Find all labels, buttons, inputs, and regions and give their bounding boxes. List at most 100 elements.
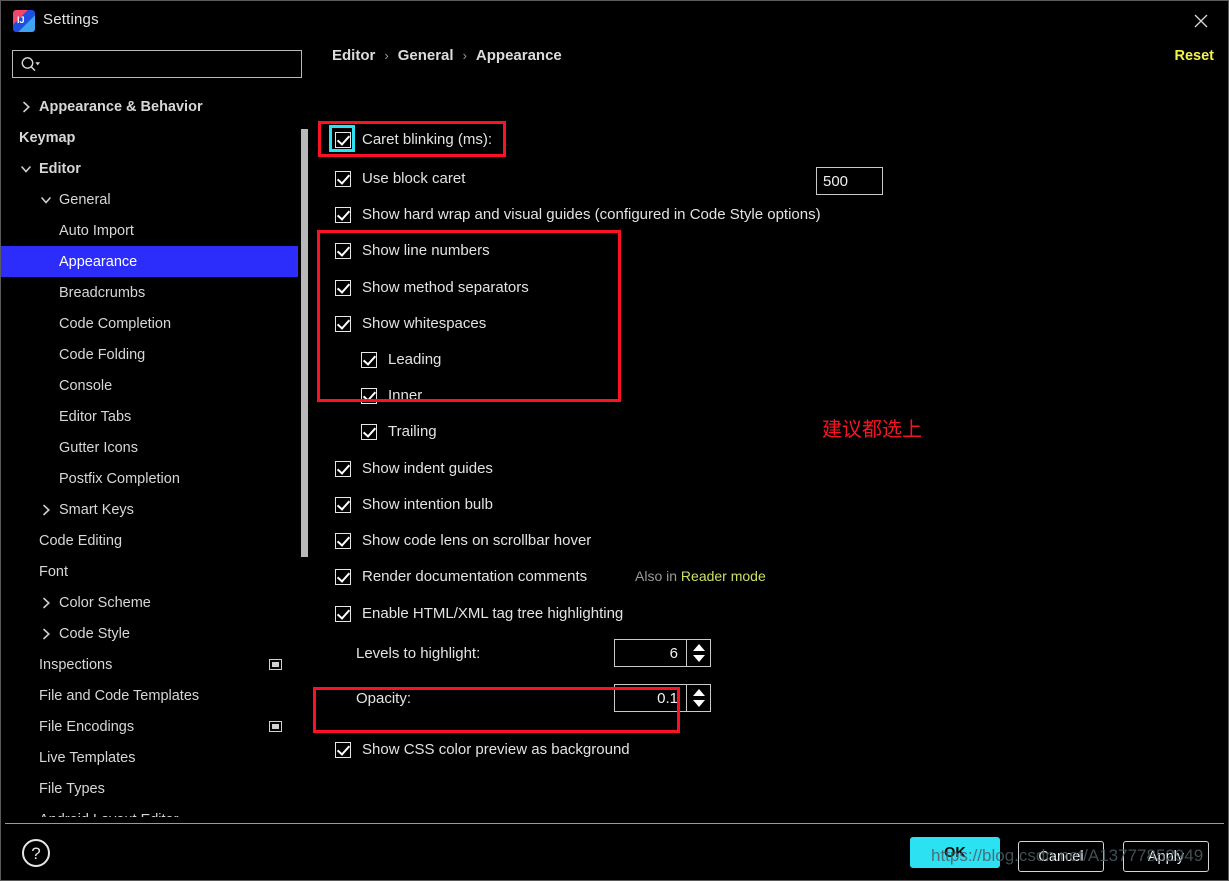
opacity-stepper[interactable] xyxy=(614,684,711,712)
sidebar-item-editor-tabs[interactable]: Editor Tabs xyxy=(1,401,298,432)
chevron-right-icon[interactable] xyxy=(19,100,33,114)
option-render-doc-comments[interactable]: Render documentation comments xyxy=(335,568,587,585)
option-leading[interactable]: Leading xyxy=(361,351,441,368)
sidebar-item-label: Code Style xyxy=(59,625,130,642)
option-show-method-separators[interactable]: Show method separators xyxy=(335,279,529,296)
sidebar-item-auto-import[interactable]: Auto Import xyxy=(1,215,298,246)
reader-mode-link[interactable]: Reader mode xyxy=(681,568,766,584)
sidebar-item-label: Postfix Completion xyxy=(59,470,180,487)
close-icon[interactable] xyxy=(1178,1,1224,41)
breadcrumb-item-general[interactable]: General xyxy=(398,47,454,64)
apply-button[interactable]: Apply xyxy=(1123,841,1209,872)
sidebar-item-label: Editor xyxy=(39,160,81,177)
sidebar-item-file-types[interactable]: File Types xyxy=(1,773,298,804)
also-in-reader-mode: Also in Reader mode xyxy=(635,568,766,584)
caret-blinking-input[interactable] xyxy=(816,167,883,195)
sidebar-item-smart-keys[interactable]: Smart Keys xyxy=(1,494,298,525)
option-label: Show whitespaces xyxy=(362,315,487,332)
chevron-right-icon[interactable] xyxy=(39,627,53,641)
sidebar-item-inspections[interactable]: Inspections xyxy=(1,649,298,680)
option-show-intention-bulb[interactable]: Show intention bulb xyxy=(335,496,493,513)
sidebar-item-postfix-completion[interactable]: Postfix Completion xyxy=(1,463,298,494)
checkbox-caret-blinking[interactable] xyxy=(335,131,351,148)
cancel-button[interactable]: Cancel xyxy=(1018,841,1104,872)
sidebar-item-gutter-icons[interactable]: Gutter Icons xyxy=(1,432,298,463)
checkbox-show-method-separators[interactable] xyxy=(335,279,351,296)
option-show-code-lens[interactable]: Show code lens on scrollbar hover xyxy=(335,532,591,549)
option-caret-blinking[interactable]: Caret blinking (ms): xyxy=(335,131,492,148)
option-label: Show method separators xyxy=(362,279,529,296)
chevron-down-icon[interactable] xyxy=(19,162,33,176)
checkbox-leading[interactable] xyxy=(361,351,377,368)
chevron-down-icon[interactable] xyxy=(693,700,705,707)
option-inner[interactable]: Inner xyxy=(361,387,422,404)
levels-to-highlight-stepper[interactable] xyxy=(614,639,711,667)
sidebar-item-android-layout-editor[interactable]: Android Layout Editor xyxy=(1,804,298,818)
option-label: Enable HTML/XML tag tree highlighting xyxy=(362,605,624,622)
option-label: Leading xyxy=(388,351,442,368)
chevron-up-icon[interactable] xyxy=(693,689,705,696)
settings-sidebar: Appearance & Behavior Keymap Editor General… xyxy=(1,41,311,823)
sidebar-item-file-encodings[interactable]: File Encodings xyxy=(1,711,298,742)
checkbox-trailing[interactable] xyxy=(361,423,377,440)
chevron-right-icon[interactable] xyxy=(39,503,53,517)
sidebar-item-font[interactable]: Font xyxy=(1,556,298,587)
chevron-right-icon[interactable] xyxy=(39,596,53,610)
checkbox-show-hard-wrap[interactable] xyxy=(335,206,351,223)
opacity-input[interactable] xyxy=(615,689,686,707)
option-show-indent-guides[interactable]: Show indent guides xyxy=(335,460,493,477)
help-button[interactable]: ? xyxy=(22,839,50,867)
sidebar-item-console[interactable]: Console xyxy=(1,370,298,401)
search-input[interactable] xyxy=(47,51,297,77)
checkbox-show-css-color-preview[interactable] xyxy=(335,741,351,758)
chevron-down-icon[interactable] xyxy=(39,193,53,207)
sidebar-item-keymap[interactable]: Keymap xyxy=(1,122,298,153)
title-bar: Settings xyxy=(1,1,1228,41)
sidebar-item-editor[interactable]: Editor xyxy=(1,153,298,184)
sidebar-item-appearance-behavior[interactable]: Appearance & Behavior xyxy=(1,91,298,122)
sidebar-item-label: Android Layout Editor xyxy=(39,812,178,818)
sidebar-item-live-templates[interactable]: Live Templates xyxy=(1,742,298,773)
sidebar-scrollbar[interactable] xyxy=(301,129,308,557)
option-trailing[interactable]: Trailing xyxy=(361,423,437,440)
sidebar-item-breadcrumbs[interactable]: Breadcrumbs xyxy=(1,277,298,308)
checkbox-show-line-numbers[interactable] xyxy=(335,242,351,259)
stepper-buttons[interactable] xyxy=(686,640,710,666)
option-show-hard-wrap[interactable]: Show hard wrap and visual guides (config… xyxy=(335,206,821,223)
checkbox-inner[interactable] xyxy=(361,387,377,404)
chevron-up-icon[interactable] xyxy=(693,644,705,651)
search-box[interactable] xyxy=(12,50,302,78)
option-use-block-caret[interactable]: Use block caret xyxy=(335,170,465,187)
chevron-down-icon[interactable] xyxy=(693,655,705,662)
checkbox-render-doc-comments[interactable] xyxy=(335,568,351,585)
checkbox-enable-tag-tree-highlighting[interactable] xyxy=(335,605,351,622)
checkbox-show-code-lens[interactable] xyxy=(335,532,351,549)
breadcrumb-item-editor[interactable]: Editor xyxy=(332,47,375,64)
checkbox-show-indent-guides[interactable] xyxy=(335,460,351,477)
stepper-buttons[interactable] xyxy=(686,685,710,711)
levels-to-highlight-label: Levels to highlight: xyxy=(356,645,481,662)
checkbox-use-block-caret[interactable] xyxy=(335,170,351,187)
levels-to-highlight-input[interactable] xyxy=(615,644,686,662)
breadcrumb: Editor › General › Appearance xyxy=(332,47,562,64)
option-show-css-color-preview[interactable]: Show CSS color preview as background xyxy=(335,741,630,758)
sidebar-item-code-style[interactable]: Code Style xyxy=(1,618,298,649)
sidebar-item-code-completion[interactable]: Code Completion xyxy=(1,308,298,339)
option-show-whitespaces[interactable]: Show whitespaces xyxy=(335,315,486,332)
option-enable-tag-tree-highlighting[interactable]: Enable HTML/XML tag tree highlighting xyxy=(335,605,623,622)
sidebar-item-file-and-code-templates[interactable]: File and Code Templates xyxy=(1,680,298,711)
checkbox-show-intention-bulb[interactable] xyxy=(335,496,351,513)
reset-link[interactable]: Reset xyxy=(1175,48,1215,64)
project-scope-icon xyxy=(269,721,282,732)
sidebar-item-label: Appearance & Behavior xyxy=(39,98,203,115)
sidebar-item-appearance[interactable]: Appearance xyxy=(1,246,298,277)
window-title: Settings xyxy=(43,11,99,28)
sidebar-item-color-scheme[interactable]: Color Scheme xyxy=(1,587,298,618)
sidebar-item-code-folding[interactable]: Code Folding xyxy=(1,339,298,370)
option-show-line-numbers[interactable]: Show line numbers xyxy=(335,242,490,259)
breadcrumb-separator-icon: › xyxy=(384,48,389,63)
ok-button[interactable]: OK xyxy=(910,837,1000,868)
checkbox-show-whitespaces[interactable] xyxy=(335,315,351,332)
sidebar-item-general[interactable]: General xyxy=(1,184,298,215)
sidebar-item-code-editing[interactable]: Code Editing xyxy=(1,525,298,556)
